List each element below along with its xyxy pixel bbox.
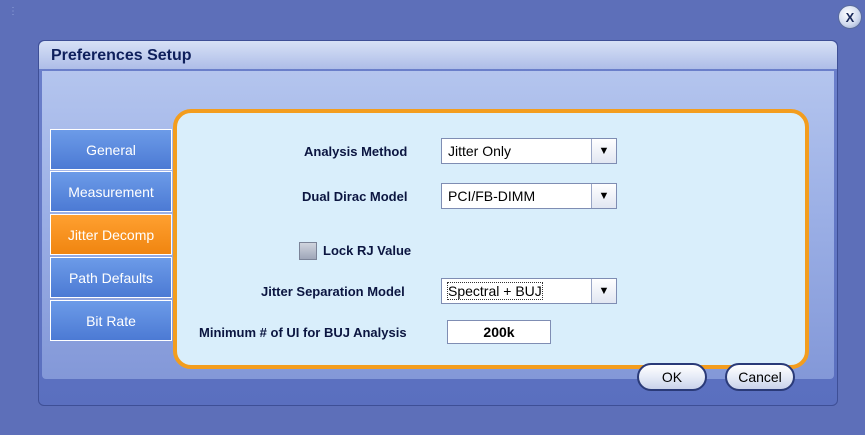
analysis-method-label: Analysis Method (304, 144, 408, 159)
min-ui-buj-input[interactable]: 200k (447, 320, 551, 344)
tab-label: Measurement (68, 183, 154, 200)
preferences-dialog: Preferences Setup General Measurement Ji… (38, 40, 838, 406)
tab-jitter-decomp[interactable]: Jitter Decomp (50, 214, 172, 255)
tab-label: Jitter Decomp (67, 226, 155, 243)
tab-bit-rate[interactable]: Bit Rate (50, 300, 172, 341)
chevron-down-icon[interactable]: ▼ (591, 184, 616, 208)
tab-label: Path Defaults (68, 269, 154, 286)
close-icon: X (845, 9, 855, 25)
dual-dirac-model-label: Dual Dirac Model (302, 189, 408, 204)
tab-label: Bit Rate (86, 312, 136, 329)
jitter-separation-model-value: Spectral + BUJ (447, 282, 543, 300)
tab-measurement[interactable]: Measurement (50, 171, 172, 212)
tab-path-defaults[interactable]: Path Defaults (50, 257, 172, 298)
dialog-title: Preferences Setup (51, 47, 192, 64)
analysis-method-value: Jitter Only (448, 143, 512, 159)
analysis-method-select[interactable]: Jitter Only ▼ (441, 138, 617, 164)
dual-dirac-model-value: PCI/FB-DIMM (448, 188, 536, 204)
lock-rj-checkbox[interactable] (299, 242, 317, 260)
dual-dirac-model-select[interactable]: PCI/FB-DIMM ▼ (441, 183, 617, 209)
chevron-down-icon[interactable]: ▼ (591, 279, 616, 303)
tab-label: General (86, 141, 136, 158)
cancel-button[interactable]: Cancel (725, 363, 795, 391)
tab-general[interactable]: General (50, 129, 172, 170)
min-ui-buj-label: Minimum # of UI for BUJ Analysis (199, 325, 407, 340)
chevron-down-icon[interactable]: ▼ (591, 139, 616, 163)
jitter-decomp-panel: Analysis Method Jitter Only ▼ Dual Dirac… (173, 109, 809, 369)
lock-rj-label: Lock RJ Value (323, 243, 412, 258)
dialog-body: General Measurement Jitter Decomp Path D… (42, 71, 834, 391)
window-grip-icon: ⋮ (8, 6, 18, 17)
jitter-separation-model-label: Jitter Separation Model (261, 284, 405, 299)
close-button[interactable]: X (838, 5, 862, 29)
jitter-separation-model-select[interactable]: Spectral + BUJ ▼ (441, 278, 617, 304)
ok-button[interactable]: OK (637, 363, 707, 391)
